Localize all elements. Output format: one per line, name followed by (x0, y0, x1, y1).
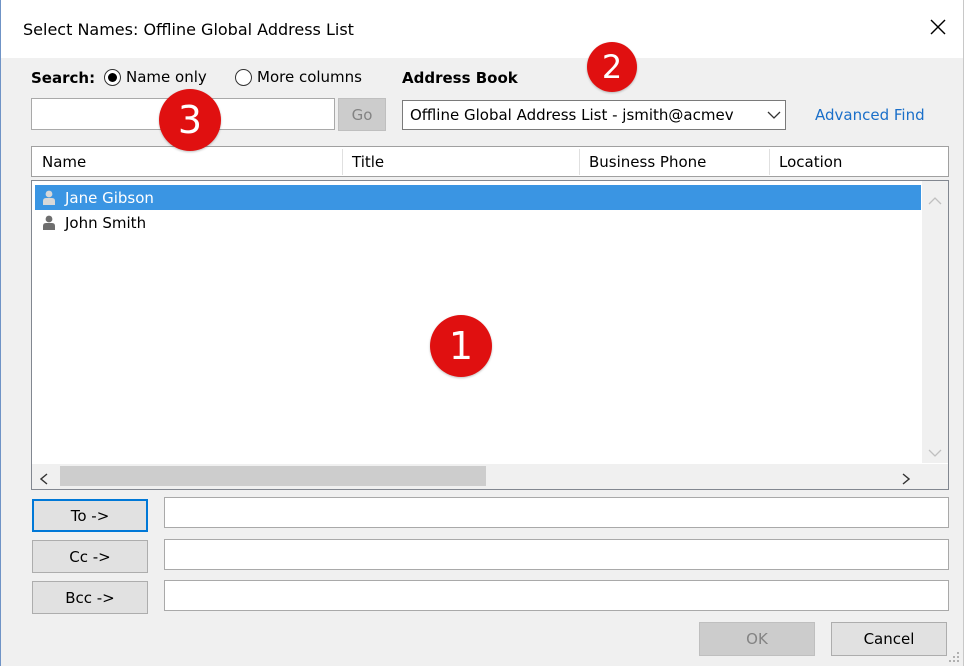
advanced-find-link[interactable]: Advanced Find (815, 106, 925, 124)
list-item[interactable]: Jane Gibson (35, 185, 921, 210)
column-business-phone[interactable]: Business Phone (579, 147, 769, 176)
chevron-down-icon[interactable] (763, 101, 785, 129)
horizontal-scroll-thumb[interactable] (60, 466, 486, 486)
callout-badge-1: 1 (430, 315, 492, 377)
search-label: Search: (31, 69, 96, 87)
person-icon (41, 190, 57, 206)
bcc-button[interactable]: Bcc -> (32, 581, 148, 614)
vertical-scrollbar[interactable] (922, 181, 948, 463)
contact-name: Jane Gibson (65, 188, 154, 207)
radio-more-columns-circle[interactable] (235, 68, 252, 86)
callout-badge-2: 2 (587, 42, 637, 92)
scroll-down-arrow-icon[interactable] (928, 443, 942, 461)
to-button[interactable]: To -> (32, 499, 148, 532)
cc-field[interactable] (164, 539, 949, 570)
horizontal-scrollbar[interactable] (32, 464, 948, 489)
address-book-dropdown[interactable]: Offline Global Address List - jsmith@acm… (402, 100, 786, 130)
callout-badge-3: 3 (159, 89, 221, 151)
scroll-left-arrow-icon[interactable] (39, 471, 48, 489)
resize-grip-icon[interactable] (948, 651, 960, 663)
radio-more-columns-label: More columns (257, 68, 362, 86)
bcc-field[interactable] (164, 580, 949, 611)
address-book-label: Address Book (402, 69, 518, 87)
person-icon (41, 215, 57, 231)
cc-button[interactable]: Cc -> (32, 540, 148, 573)
column-header: Name Title Business Phone Location (31, 146, 949, 177)
go-button[interactable]: Go (338, 98, 386, 131)
column-location[interactable]: Location (769, 147, 949, 176)
ok-button[interactable]: OK (699, 622, 815, 656)
scroll-up-arrow-icon[interactable] (928, 191, 942, 209)
select-names-dialog: Select Names: Offline Global Address Lis… (0, 0, 964, 666)
cancel-button[interactable]: Cancel (831, 622, 947, 656)
radio-more-columns[interactable]: More columns (235, 68, 362, 86)
contact-name: John Smith (65, 213, 147, 232)
close-icon (930, 19, 946, 35)
title-bar: Select Names: Offline Global Address Lis… (1, 0, 963, 58)
column-title[interactable]: Title (342, 147, 579, 176)
radio-name-only[interactable]: Name only (104, 68, 207, 86)
radio-selected-dot (108, 72, 117, 82)
to-field[interactable] (164, 497, 949, 528)
list-item[interactable]: John Smith (35, 210, 921, 235)
window-title: Select Names: Offline Global Address Lis… (23, 20, 354, 39)
radio-name-only-label: Name only (126, 68, 207, 86)
address-book-selected: Offline Global Address List - jsmith@acm… (410, 106, 734, 124)
close-button[interactable] (921, 10, 955, 44)
column-name[interactable]: Name (32, 147, 342, 176)
scroll-right-arrow-icon[interactable] (902, 471, 911, 489)
radio-name-only-circle[interactable] (104, 68, 121, 86)
